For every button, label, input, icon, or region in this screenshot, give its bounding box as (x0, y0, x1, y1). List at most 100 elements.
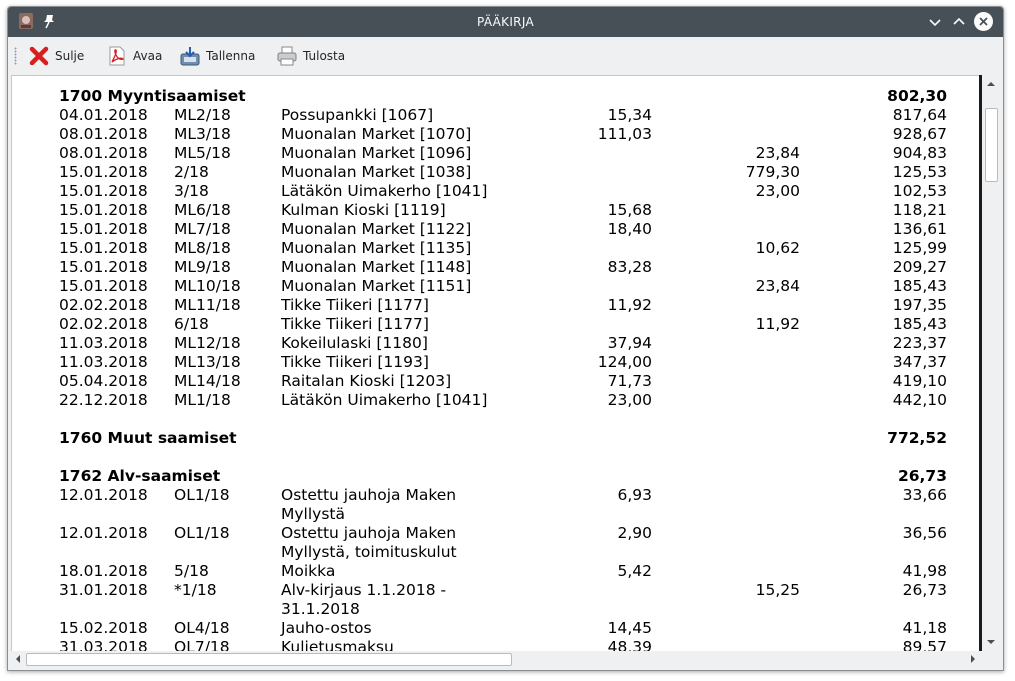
row-debit: 15,68 (607, 201, 652, 219)
row-debit: 18,40 (607, 220, 652, 238)
row-credit: 23,00 (755, 182, 800, 200)
row-description: Moikka (281, 562, 336, 580)
row-debit: 2,90 (617, 524, 652, 542)
table-row: 08.01.2018 ML5/18 Muonalan Market [1096]… (12, 144, 982, 163)
row-credit: 779,30 (745, 163, 800, 181)
row-date: 12.01.2018 (59, 486, 148, 504)
table-row: 15.01.2018 3/18 Lätäkön Uimakerho [1041]… (12, 182, 982, 201)
row-date: 11.03.2018 (59, 334, 148, 352)
horizontal-scrollbar[interactable] (11, 651, 981, 667)
vertical-scrollbar[interactable] (983, 75, 999, 651)
row-date: 15.01.2018 (59, 258, 148, 276)
row-balance: 125,53 (892, 163, 947, 181)
row-description: Kulman Kioski [1119] (281, 201, 446, 219)
row-description: Jauho-ostos (281, 619, 372, 637)
table-row: 15.01.2018 ML9/18 Muonalan Market [1148]… (12, 258, 982, 277)
table-row: 22.12.2018 ML1/18 Lätäkön Uimakerho [104… (12, 391, 982, 410)
table-row: 02.02.2018 6/18 Tikke Tiikeri [1177] 11,… (12, 315, 982, 334)
minimize-icon[interactable] (926, 13, 944, 31)
row-debit: 83,28 (607, 258, 652, 276)
row-date: 15.01.2018 (59, 277, 148, 295)
row-description: Ostettu jauhoja Maken Myllystä, toimitus… (281, 524, 457, 561)
row-voucher: *1/18 (174, 581, 217, 599)
row-description: Possupankki [1067] (281, 106, 434, 124)
open-button[interactable]: Avaa (106, 44, 162, 68)
row-description: Kokeilulaski [1180] (281, 334, 428, 352)
row-description: Ostettu jauhoja Maken Myllystä (281, 486, 457, 523)
row-balance: 817,64 (892, 106, 947, 124)
row-balance: 26,73 (902, 581, 947, 599)
row-credit: 23,84 (755, 277, 800, 295)
row-date: 04.01.2018 (59, 106, 148, 124)
row-debit: 6,93 (617, 486, 652, 504)
red-x-icon (29, 46, 49, 66)
table-row: 08.01.2018 ML3/18 Muonalan Market [1070]… (12, 125, 982, 144)
row-voucher: ML11/18 (174, 296, 241, 314)
row-voucher: ML10/18 (174, 277, 241, 295)
account-total: 26,73 (897, 467, 947, 485)
row-date: 12.01.2018 (59, 524, 148, 542)
row-debit: 124,00 (597, 353, 652, 371)
vertical-scroll-thumb[interactable] (985, 108, 998, 182)
row-balance: 102,53 (892, 182, 947, 200)
row-balance: 125,99 (892, 239, 947, 257)
row-balance: 419,10 (892, 372, 947, 390)
save-icon (180, 47, 200, 66)
row-credit: 10,62 (755, 239, 800, 257)
row-description: Muonalan Market [1038] (281, 163, 472, 181)
print-button[interactable]: Tulosta (276, 44, 345, 68)
row-credit: 23,84 (755, 144, 800, 162)
row-description: Lätäkön Uimakerho [1041] (281, 182, 488, 200)
table-row: 31.03.2018 OL7/18 Kuljetusmaksu 48,39 89… (12, 638, 982, 652)
maximize-icon[interactable] (950, 13, 968, 31)
row-date: 31.01.2018 (59, 581, 148, 599)
row-date: 22.12.2018 (59, 391, 148, 409)
scroll-left-icon[interactable] (11, 652, 25, 666)
row-voucher: OL1/18 (174, 486, 230, 504)
close-icon[interactable] (974, 12, 993, 31)
row-description: Lätäkön Uimakerho [1041] (281, 391, 488, 409)
row-voucher: ML9/18 (174, 258, 231, 276)
row-description: Alv-kirjaus 1.1.2018 - 31.1.2018 (281, 581, 447, 618)
row-debit: 11,92 (607, 296, 652, 314)
row-balance: 118,21 (892, 201, 947, 219)
row-description: Muonalan Market [1151] (281, 277, 472, 295)
row-balance: 928,67 (892, 125, 947, 143)
row-description: Kuljetusmaksu (281, 638, 394, 652)
row-date: 15.01.2018 (59, 182, 148, 200)
toolbar-grip[interactable] (14, 47, 17, 65)
scroll-up-icon[interactable] (983, 77, 999, 91)
row-date: 08.01.2018 (59, 144, 148, 162)
row-description: Muonalan Market [1070] (281, 125, 472, 143)
row-date: 02.02.2018 (59, 315, 148, 333)
print-button-label: Tulosta (303, 49, 346, 63)
horizontal-scroll-thumb[interactable] (26, 653, 512, 666)
title-bar[interactable]: PÄÄKIRJA (8, 7, 1003, 37)
close-button[interactable]: Sulje (28, 44, 84, 68)
row-voucher: ML1/18 (174, 391, 231, 409)
row-voucher: ML13/18 (174, 353, 241, 371)
row-balance: 136,61 (892, 220, 947, 238)
row-balance: 209,27 (892, 258, 947, 276)
table-row: 12.01.2018 OL1/18 Ostettu jauhoja Maken … (12, 486, 982, 524)
row-description: Tikke Tiikeri [1177] (281, 296, 429, 314)
row-balance: 223,37 (892, 334, 947, 352)
row-date: 15.01.2018 (59, 239, 148, 257)
table-row: 12.01.2018 OL1/18 Ostettu jauhoja Maken … (12, 524, 982, 562)
table-row: 15.01.2018 2/18 Muonalan Market [1038] 7… (12, 163, 982, 182)
row-voucher: 3/18 (174, 182, 209, 200)
row-date: 15.01.2018 (59, 220, 148, 238)
report-view[interactable]: 1700 Myyntisaamiset 802,30 04.01.2018 ML… (11, 75, 982, 652)
row-voucher: OL1/18 (174, 524, 230, 542)
row-debit: 23,00 (607, 391, 652, 409)
account-heading: 1762 Alv-saamiset (59, 467, 221, 485)
row-balance: 36,56 (902, 524, 947, 542)
scroll-right-icon[interactable] (966, 652, 980, 666)
row-date: 02.02.2018 (59, 296, 148, 314)
row-balance: 33,66 (902, 486, 947, 504)
scroll-down-icon[interactable] (983, 635, 999, 649)
account-heading: 1760 Muut saamiset (59, 429, 237, 447)
row-voucher: ML5/18 (174, 144, 231, 162)
save-button[interactable]: Tallenna (179, 44, 255, 68)
row-date: 18.01.2018 (59, 562, 148, 580)
